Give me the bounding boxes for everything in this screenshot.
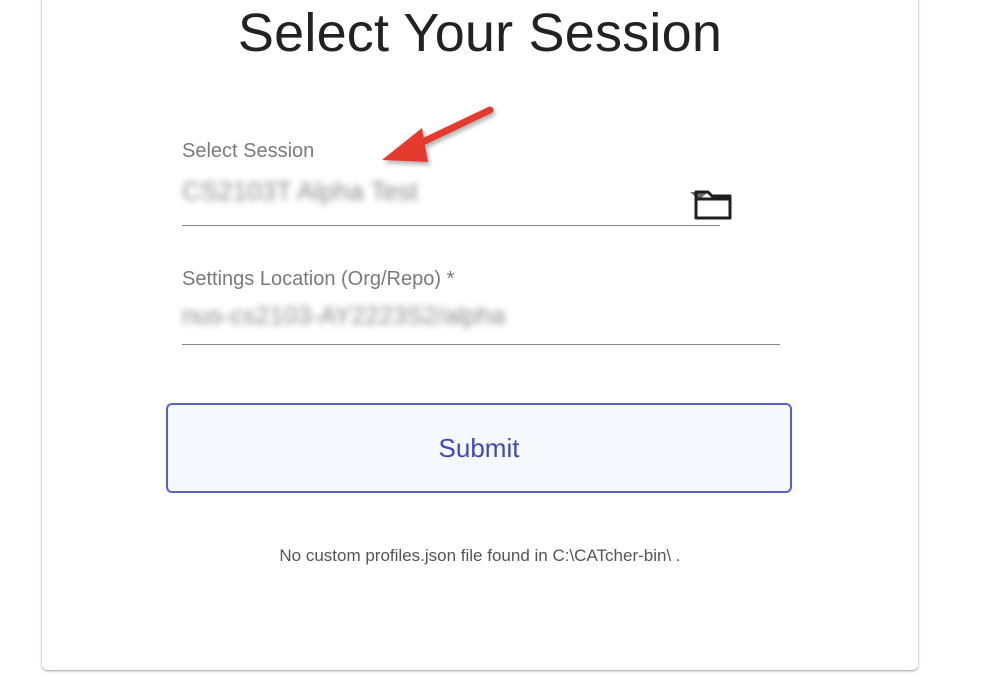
session-card: Select Your Session Select Session CS210… [42,0,918,670]
submit-button[interactable]: Submit [166,403,792,493]
session-select-value[interactable]: CS2103T Alpha Test [182,176,418,207]
folder-icon[interactable] [692,184,734,224]
page: Select Your Session Select Session CS210… [0,0,986,694]
settings-location-input[interactable]: nus-cs2103-AY2223S2/alpha [182,302,505,331]
settings-location-label: Settings Location (Org/Repo) * [182,268,455,290]
settings-location-underline [182,344,780,345]
session-select-underline [182,225,720,226]
page-title: Select Your Session [237,3,723,63]
session-select-label: Select Session [182,140,315,162]
settings-location-field[interactable]: Settings Location (Org/Repo) * nus-cs210… [182,268,782,348]
session-select-field[interactable]: Select Session CS2103T Alpha Test [182,140,722,234]
profiles-footnote: No custom profiles.json file found in C:… [279,546,681,565]
